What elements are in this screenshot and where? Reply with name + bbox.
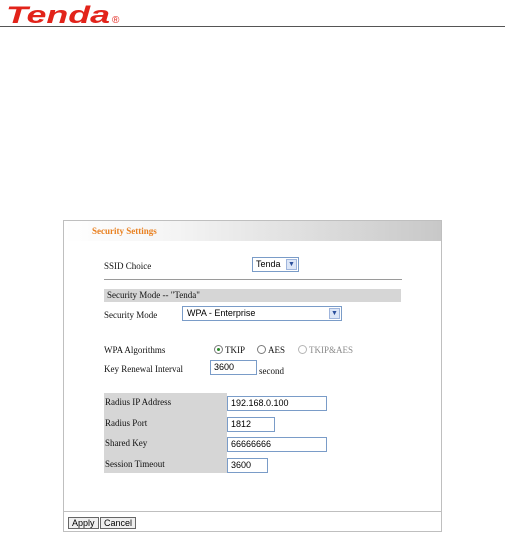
- apply-button[interactable]: Apply: [68, 517, 99, 529]
- session-timeout-row: Session Timeout: [104, 455, 227, 474]
- radius-port-input[interactable]: 1812: [227, 417, 275, 432]
- security-mode-value: WPA - Enterprise: [187, 308, 256, 318]
- radius-settings-table: Radius IP Address Radius Port Shared Key…: [104, 393, 227, 473]
- tkip-aes-radio[interactable]: [298, 345, 307, 354]
- security-mode-select[interactable]: WPA - Enterprise ▼: [182, 306, 342, 321]
- security-mode-section-label: Security Mode -- "Tenda": [107, 290, 200, 300]
- radius-ip-input[interactable]: 192.168.0.100: [227, 396, 327, 411]
- key-renewal-unit: second: [259, 366, 284, 376]
- shared-key-label: Shared Key: [105, 438, 148, 448]
- section-divider: [104, 279, 402, 280]
- panel-title: Security Settings: [92, 226, 157, 236]
- tkip-label: TKIP: [225, 345, 245, 355]
- svg-text:®: ®: [112, 15, 120, 26]
- chevron-down-icon[interactable]: ▼: [286, 259, 297, 270]
- ssid-choice-value: Tenda: [256, 259, 281, 269]
- radius-ip-label: Radius IP Address: [105, 397, 172, 407]
- cancel-button[interactable]: Cancel: [100, 517, 137, 529]
- session-timeout-input[interactable]: 3600: [227, 458, 268, 473]
- footer-divider: [64, 511, 441, 512]
- wpa-algorithms-label: WPA Algorithms: [104, 345, 166, 355]
- tkip-radio[interactable]: [214, 345, 223, 354]
- header-rule: [0, 26, 505, 27]
- radius-port-row: Radius Port: [104, 414, 227, 433]
- security-settings-panel: Security Settings SSID Choice Tenda ▼ Se…: [63, 220, 442, 532]
- aes-label: AES: [268, 345, 286, 355]
- chevron-down-icon[interactable]: ▼: [329, 308, 340, 319]
- radius-ip-row: Radius IP Address: [104, 393, 227, 412]
- key-renewal-label: Key Renewal Interval: [104, 364, 183, 374]
- security-mode-label: Security Mode: [104, 310, 158, 320]
- ssid-choice-label: SSID Choice: [104, 261, 152, 271]
- tkip-aes-label: TKIP&AES: [309, 345, 354, 355]
- shared-key-row: Shared Key: [104, 434, 227, 453]
- key-renewal-input[interactable]: 3600: [210, 360, 257, 375]
- tenda-logo: Tenda ®: [6, 2, 120, 28]
- aes-radio[interactable]: [257, 345, 266, 354]
- radius-port-label: Radius Port: [105, 418, 148, 428]
- security-mode-section-bar: Security Mode -- "Tenda": [104, 289, 401, 302]
- session-timeout-label: Session Timeout: [105, 459, 165, 469]
- ssid-choice-select[interactable]: Tenda ▼: [252, 257, 299, 272]
- shared-key-input[interactable]: 66666666: [227, 437, 327, 452]
- svg-text:Tenda: Tenda: [6, 2, 110, 28]
- panel-header: Security Settings: [64, 221, 441, 241]
